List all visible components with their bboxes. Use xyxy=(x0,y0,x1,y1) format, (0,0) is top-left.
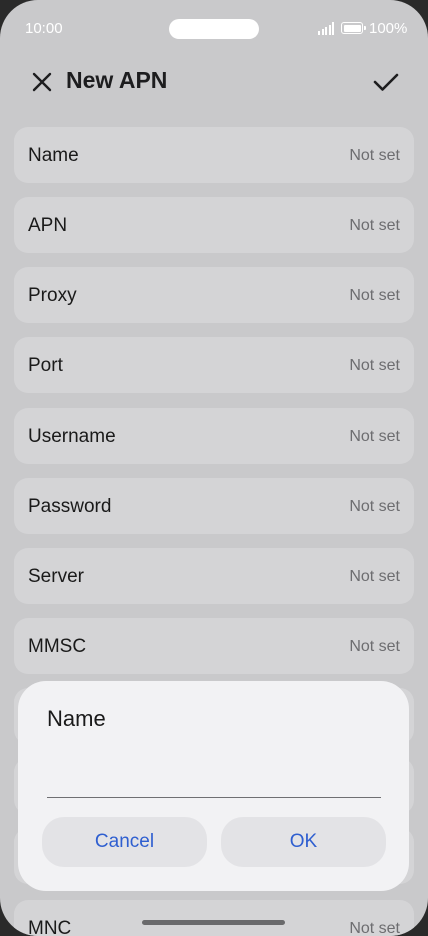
field-row-mmsc[interactable]: MMSC Not set xyxy=(14,618,414,674)
field-label: MNC xyxy=(28,918,72,936)
field-value: Not set xyxy=(349,217,400,234)
status-time: 10:00 xyxy=(25,20,63,37)
field-value: Not set xyxy=(349,568,400,585)
camera-pill xyxy=(169,19,259,39)
field-row-password[interactable]: Password Not set xyxy=(14,478,414,534)
field-row-port[interactable]: Port Not set xyxy=(14,337,414,393)
save-button[interactable] xyxy=(370,66,402,98)
field-label: Server xyxy=(28,566,84,587)
field-value: Not set xyxy=(349,428,400,445)
field-value: Not set xyxy=(349,147,400,164)
field-value: Not set xyxy=(349,638,400,655)
field-row-proxy[interactable]: Proxy Not set xyxy=(14,267,414,323)
status-bar: 10:00 100% xyxy=(0,0,428,58)
field-value: Not set xyxy=(349,498,400,515)
dialog-title: Name xyxy=(47,706,106,731)
ok-button[interactable]: OK xyxy=(221,817,386,867)
field-label: Username xyxy=(28,426,116,447)
field-row-username[interactable]: Username Not set xyxy=(14,408,414,464)
field-value: Not set xyxy=(349,287,400,304)
app-header: New APN xyxy=(0,58,428,106)
field-row-name[interactable]: Name Not set xyxy=(14,127,414,183)
battery-percent: 100% xyxy=(369,20,408,37)
close-button[interactable] xyxy=(28,68,56,96)
field-row-apn[interactable]: APN Not set xyxy=(14,197,414,253)
field-row-server[interactable]: Server Not set xyxy=(14,548,414,604)
name-dialog: Name Cancel OK xyxy=(18,681,409,891)
field-label: APN xyxy=(28,215,68,236)
close-icon xyxy=(32,72,52,92)
field-row-mnc[interactable]: MNC Not set xyxy=(14,900,414,936)
cancel-button[interactable]: Cancel xyxy=(42,817,207,867)
signal-icon xyxy=(318,22,336,35)
check-icon xyxy=(373,73,399,91)
page-title: New APN xyxy=(66,67,168,93)
field-label: MMSC xyxy=(28,636,87,657)
name-input[interactable] xyxy=(47,757,381,798)
field-label: Password xyxy=(28,496,112,517)
field-label: Name xyxy=(28,145,79,166)
field-label: Port xyxy=(28,355,63,376)
battery-icon xyxy=(341,22,366,34)
field-label: Proxy xyxy=(28,285,77,306)
phone-screen: 10:00 100% New APN Name Not set APN Not … xyxy=(0,0,428,936)
field-value: Not set xyxy=(349,357,400,374)
field-value: Not set xyxy=(349,920,400,936)
home-indicator[interactable] xyxy=(142,920,285,925)
